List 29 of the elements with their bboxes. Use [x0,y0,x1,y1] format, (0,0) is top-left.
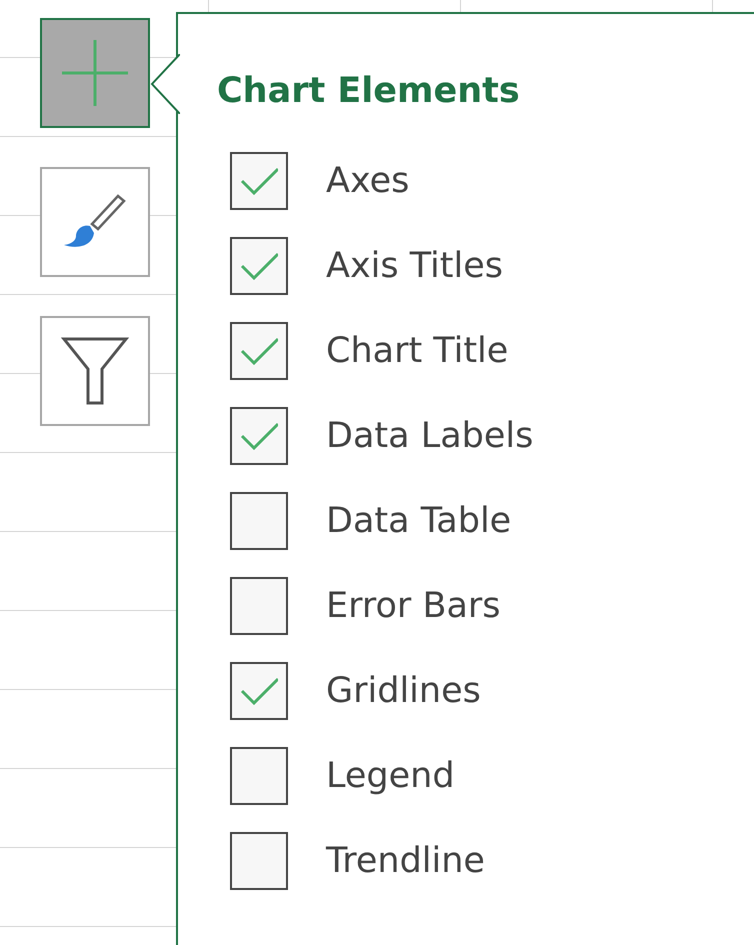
filter-button[interactable] [40,316,150,426]
checkmark-icon [240,252,278,280]
checkmark-icon [240,677,278,705]
add-button[interactable] [40,18,150,128]
checkbox-label: Chart Title [326,330,508,373]
checkbox-label: Data Table [326,500,512,543]
checkbox[interactable] [230,662,288,720]
checkbox[interactable] [230,577,288,635]
checkmark-icon [240,167,278,195]
checkbox[interactable] [230,322,288,380]
checkbox[interactable] [230,492,288,550]
checkbox-label: Legend [326,755,455,798]
checkbox-label: Axes [326,160,410,203]
checkbox-label: Trendline [326,840,485,883]
checkbox[interactable] [230,407,288,465]
checkbox[interactable] [230,832,288,890]
panel-title: Chart Elements [217,70,521,112]
checkbox[interactable] [230,237,288,295]
checkmark-icon [240,422,278,450]
checkbox[interactable] [230,152,288,210]
checkbox[interactable] [230,747,288,805]
checkbox-label: Error Bars [326,585,501,628]
style-button[interactable] [40,167,150,277]
filter-icon [60,335,130,407]
checkmark-icon [240,337,278,365]
checkbox-label: Axis Titles [326,245,503,288]
checkbox-label: Gridlines [326,670,481,713]
checkbox-label: Data Labels [326,415,534,458]
plus-icon [60,38,130,108]
